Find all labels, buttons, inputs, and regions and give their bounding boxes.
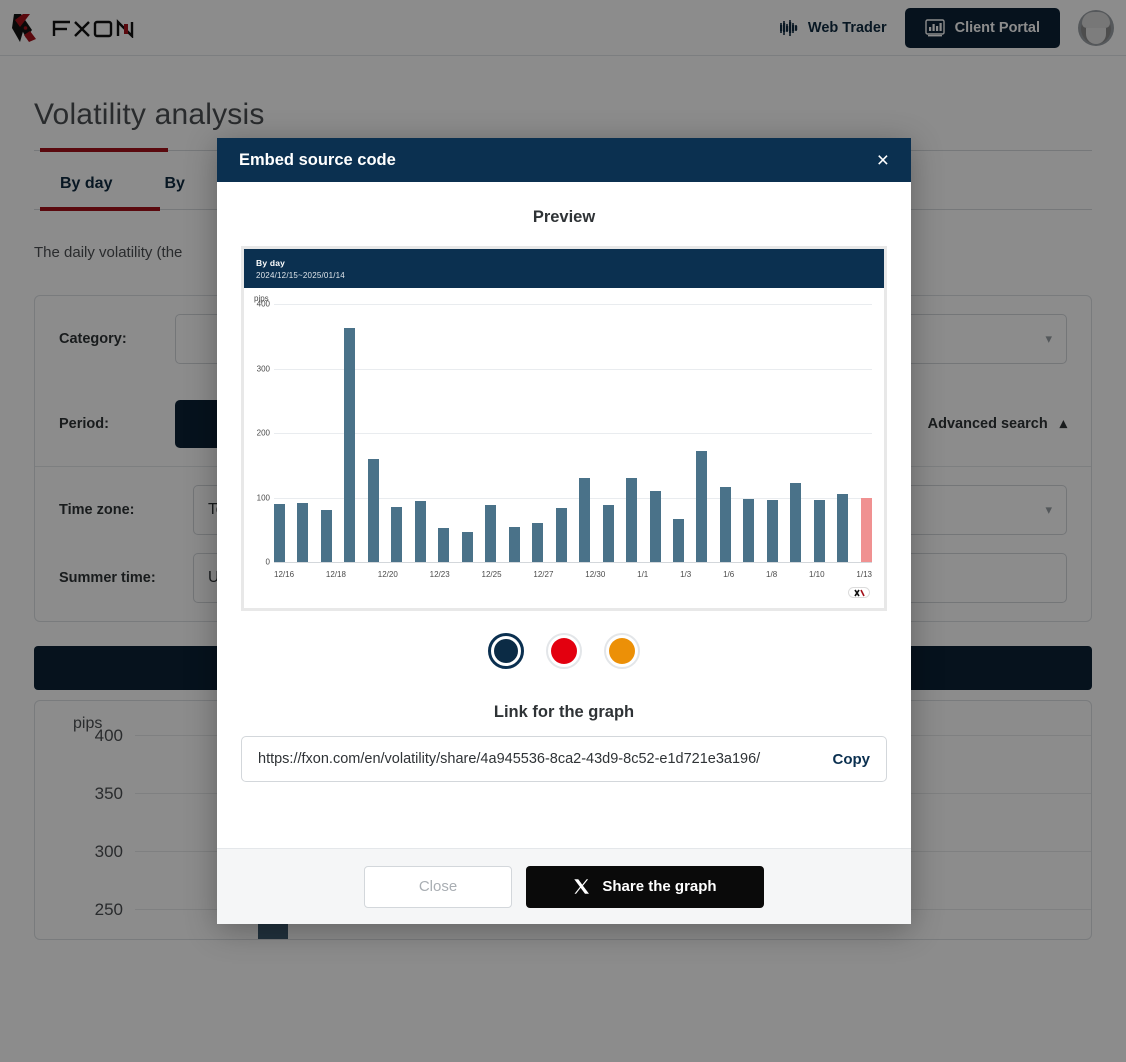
preview-xtick: 1/1 xyxy=(637,570,649,579)
preview-heading: Preview xyxy=(532,208,596,226)
preview-ytick: 200 xyxy=(256,428,270,438)
preview-bar xyxy=(367,458,379,562)
share-the-graph-button[interactable]: Share the graph xyxy=(526,865,764,908)
preview-xtick: 1/6 xyxy=(723,570,735,579)
preview-bar xyxy=(719,486,731,562)
preview-bar xyxy=(508,526,520,562)
color-swatch-navy[interactable] xyxy=(488,633,524,669)
preview-bar xyxy=(672,518,684,562)
color-swatch-orange[interactable] xyxy=(604,633,640,669)
preview-xtick: 12/20 xyxy=(377,570,398,579)
preview-xtick: 12/16 xyxy=(274,570,295,579)
preview-bar xyxy=(461,531,473,562)
preview-bar-group xyxy=(274,304,872,562)
preview-ytick: 100 xyxy=(256,493,270,502)
preview-bar xyxy=(696,451,708,562)
preview-bar xyxy=(743,498,755,562)
preview-bar xyxy=(813,500,825,562)
preview-xtick: 1/3 xyxy=(680,570,692,579)
modal-title: Embed source code xyxy=(239,150,396,169)
link-heading: Link for the graph xyxy=(493,703,635,721)
preview-xtick: 1/8 xyxy=(766,570,778,579)
preview-bar xyxy=(344,327,356,562)
preview-ytick: 400 xyxy=(256,299,270,309)
preview-bar xyxy=(602,505,614,562)
preview-bar xyxy=(414,500,426,562)
preview-widget: By day 2024/12/15~2025/01/14 pips 0 100 20… xyxy=(244,249,884,608)
preview-chart-title: By day xyxy=(256,258,286,268)
preview-frame: By day 2024/12/15~2025/01/14 pips 0 100 20… xyxy=(241,246,887,611)
preview-xtick: 1/10 xyxy=(809,570,825,579)
share-link-input[interactable] xyxy=(258,751,819,767)
fxon-watermark-icon xyxy=(848,587,870,598)
modal-header: Embed source code × xyxy=(217,138,911,182)
preview-bar xyxy=(274,503,285,562)
embed-source-code-modal: Embed source code × Preview By day 2024/… xyxy=(217,138,911,924)
preview-bar xyxy=(391,507,403,562)
color-swatch-red[interactable] xyxy=(546,633,582,669)
preview-ytick: 300 xyxy=(256,364,270,373)
preview-xtick: 12/30 xyxy=(585,570,606,579)
color-selector xyxy=(241,633,887,669)
preview-xtick: 12/27 xyxy=(533,570,554,579)
share-label: Share the graph xyxy=(602,878,717,895)
preview-chart-header: By day 2024/12/15~2025/01/14 xyxy=(244,249,884,288)
color-dot xyxy=(609,638,635,664)
preview-bar xyxy=(649,491,661,562)
x-twitter-icon xyxy=(574,879,590,894)
preview-ytick: 0 xyxy=(265,557,270,567)
preview-bar xyxy=(485,505,497,562)
preview-bar xyxy=(555,508,567,562)
preview-xlabel-group: 12/16 12/18 12/20 12/23 12/25 12/27 12/30 1/1 1/… xyxy=(274,570,872,579)
preview-bar xyxy=(579,478,591,562)
preview-xtick: 12/25 xyxy=(481,570,502,579)
preview-bar xyxy=(297,502,309,562)
preview-xtick: 12/18 xyxy=(325,570,346,579)
preview-bar xyxy=(626,478,638,562)
preview-xtick: 12/23 xyxy=(429,570,450,579)
color-dot xyxy=(551,638,577,664)
close-button[interactable]: Close xyxy=(364,865,512,908)
close-icon[interactable]: × xyxy=(877,150,889,171)
preview-chart-range: 2024/12/15~2025/01/14 xyxy=(256,271,345,280)
preview-bar xyxy=(790,483,802,562)
color-dot xyxy=(494,639,518,663)
preview-bar xyxy=(860,497,872,562)
preview-bar xyxy=(320,510,332,562)
preview-xaxis xyxy=(274,562,872,563)
modal-footer: Close Share the graph xyxy=(217,848,911,924)
preview-chart: pips 0 100 200 300 400 12/16 12/18 12/20 12/23 12… xyxy=(244,288,884,608)
preview-bar xyxy=(837,494,849,562)
copy-button[interactable]: Copy xyxy=(819,751,871,768)
modal-body: Preview By day 2024/12/15~2025/01/14 pip… xyxy=(217,182,911,848)
preview-bar xyxy=(766,500,778,562)
link-field-row: Copy xyxy=(241,736,887,782)
preview-bar xyxy=(532,523,544,562)
preview-bar xyxy=(438,528,450,562)
preview-xtick: 1/13 xyxy=(856,570,872,579)
